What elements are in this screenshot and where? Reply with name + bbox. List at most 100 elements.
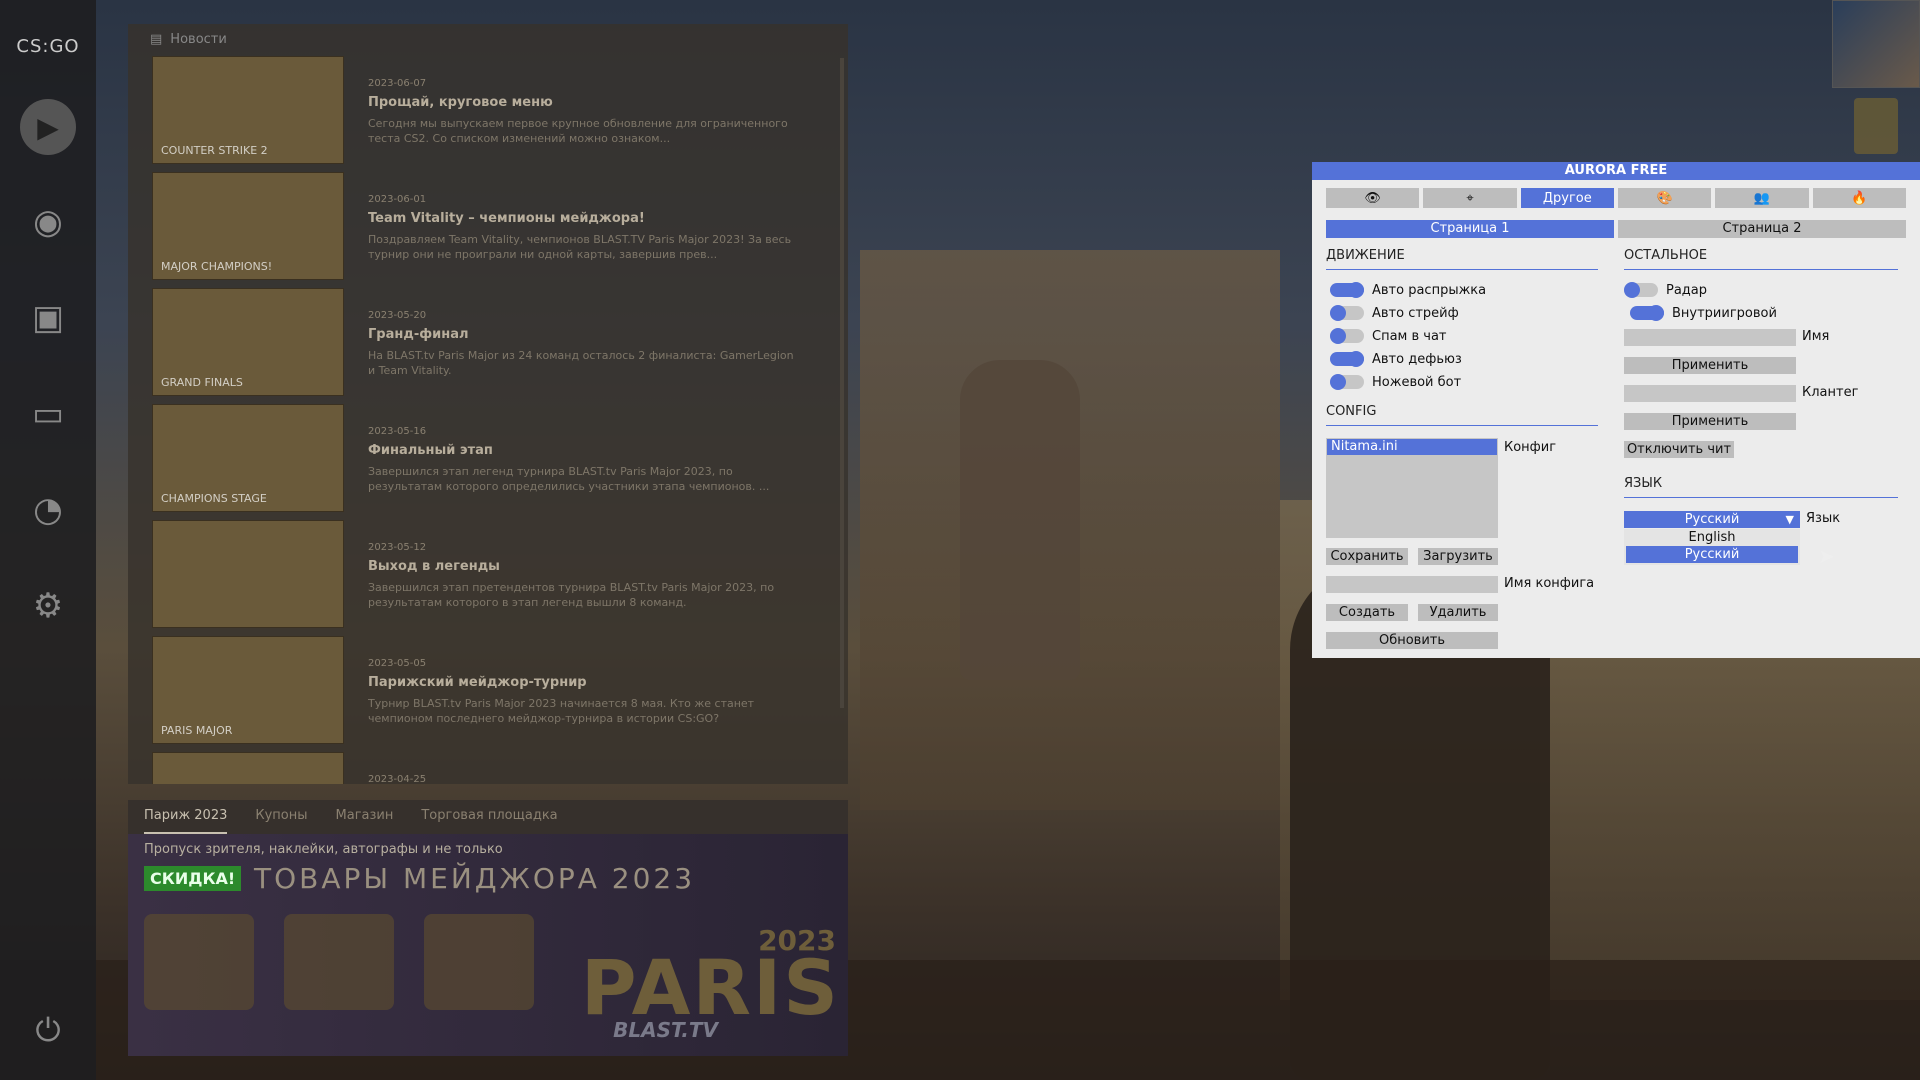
gear-icon[interactable]: ⚙ [19, 577, 77, 635]
news-description: На BLAST.tv Paris Major из 24 команд ост… [368, 349, 794, 377]
config-name-input[interactable] [1326, 576, 1498, 593]
news-date: 2023-05-16 [368, 426, 427, 437]
avatar[interactable] [1832, 0, 1920, 88]
toggle-switch[interactable] [1330, 328, 1364, 344]
toggle-row[interactable]: Авто распрыжка [1330, 280, 1486, 300]
news-list: COUNTER STRIKE 2 2023-06-07 Прощай, круг… [152, 56, 830, 784]
mouse-cursor-icon: ➤ [1818, 544, 1835, 568]
disable-cheat-button[interactable]: Отключить чит [1624, 441, 1734, 458]
store-items [144, 914, 534, 1010]
toggle-label: Внутриигровой [1672, 305, 1777, 321]
language-select[interactable]: Русский ▼ [1624, 511, 1800, 528]
play-icon[interactable]: ▶ [20, 99, 76, 155]
news-item[interactable]: PARIS MAJOR 2023-05-05 Парижский мейджор… [152, 636, 830, 752]
page-1-button[interactable]: Страница 1 [1326, 220, 1614, 238]
news-header: ▤ Новости [128, 24, 848, 54]
news-thumbnail: CHAMPIONS STAGE [152, 404, 344, 512]
tab-paris-2023[interactable]: Париж 2023 [144, 808, 228, 834]
power-icon[interactable]: ⏻ [35, 1011, 60, 1050]
news-icon: ▤ [150, 32, 163, 47]
store-banner[interactable]: Пропуск зрителя, наклейки, автографы и н… [128, 834, 848, 1056]
broadcast-icon[interactable]: ◉ [19, 193, 77, 251]
clantag-label: Клантег [1802, 385, 1859, 400]
news-item[interactable]: 2023-05-12 Выход в легенды Завершился эт… [152, 520, 830, 636]
load-button[interactable]: Загрузить [1418, 548, 1498, 565]
news-date: 2023-05-05 [368, 658, 427, 669]
news-description: Завершился этап претендентов турнира BLA… [368, 581, 775, 609]
news-date: 2023-05-12 [368, 542, 427, 553]
language-dropdown: English Русский [1624, 529, 1800, 565]
toggle-row[interactable]: Авто стрейф [1330, 303, 1459, 323]
language-option-english[interactable]: English [1624, 529, 1800, 546]
tab-store[interactable]: Магазин [336, 808, 394, 834]
news-item[interactable]: COUNTER STRIKE 2 2023-06-07 Прощай, круг… [152, 56, 830, 172]
eye-icon[interactable]: 👁 [1326, 188, 1420, 208]
news-scrollbar[interactable] [840, 58, 844, 708]
sticker-capsule-image [284, 914, 394, 1010]
toggle-switch[interactable] [1330, 282, 1364, 298]
language-header: ЯЗЫК [1624, 476, 1898, 498]
watch-icon[interactable]: ▭ [19, 385, 77, 443]
news-thumbnail: GRAND FINALS [152, 288, 344, 396]
news-title: Прощай, круговое меню [368, 95, 553, 110]
name-input[interactable] [1624, 329, 1796, 346]
aurora-menu: AURORA FREE 👁 ⌖ Другое 🎨 👥 🔥 Страница 1 … [1312, 162, 1920, 658]
crosshair-icon[interactable]: ⌖ [1423, 188, 1517, 208]
news-panel: ▤ Новости COUNTER STRIKE 2 2023-06-07 Пр… [128, 24, 848, 784]
toggle-switch[interactable] [1624, 282, 1658, 298]
news-item[interactable]: GRAND FINALS 2023-05-20 Гранд-финал На B… [152, 288, 830, 404]
page-2-button[interactable]: Страница 2 [1618, 220, 1906, 238]
toggle-switch[interactable] [1630, 305, 1664, 321]
toggle-row[interactable]: Внутриигровой [1630, 303, 1777, 323]
refresh-button[interactable]: Обновить [1326, 632, 1498, 649]
news-thumbnail: COUNTER STRIKE 2 [152, 56, 344, 164]
delete-button[interactable]: Удалить [1418, 604, 1498, 621]
users-icon[interactable]: 👥 [1715, 188, 1809, 208]
clantag-input[interactable] [1624, 385, 1796, 402]
aurora-title[interactable]: AURORA FREE [1312, 162, 1920, 180]
toggle-switch[interactable] [1330, 374, 1364, 390]
apply-clantag-button[interactable]: Применить [1624, 413, 1796, 430]
save-button[interactable]: Сохранить [1326, 548, 1408, 565]
news-description: Поздравляем Team Vitality, чемпионов BLA… [368, 233, 792, 261]
toggle-label: Радар [1666, 282, 1708, 298]
toggle-label: Авто дефьюз [1372, 351, 1462, 367]
tab-coupons[interactable]: Купоны [255, 808, 307, 834]
tab-other[interactable]: Другое [1520, 188, 1614, 208]
page-switcher: Страница 1 Страница 2 [1326, 220, 1906, 238]
language-option-russian[interactable]: Русский [1626, 546, 1798, 563]
news-title: Финальный этап [368, 443, 493, 458]
toggle-label: Авто стрейф [1372, 305, 1459, 321]
toggle-row[interactable]: Ножевой бот [1330, 372, 1461, 392]
sticker-capsule-image [424, 914, 534, 1010]
palette-icon[interactable]: 🎨 [1617, 188, 1712, 208]
news-date: 2023-05-20 [368, 310, 427, 321]
aurora-tabs: 👁 ⌖ Другое 🎨 👥 🔥 [1326, 188, 1906, 208]
news-item[interactable]: CHAMPIONS STAGE 2023-05-16 Финальный эта… [152, 404, 830, 520]
blast-logo: BLAST.TV [613, 1018, 718, 1042]
toggle-row[interactable]: Радар [1624, 280, 1707, 300]
news-item[interactable]: 2023-04-25 [152, 752, 830, 784]
chevron-down-icon: ▼ [1785, 513, 1794, 526]
stats-icon[interactable]: ◔ [19, 481, 77, 539]
news-item[interactable]: MAJOR CHAMPIONS! 2023-06-01 Team Vitalit… [152, 172, 830, 288]
create-button[interactable]: Создать [1326, 604, 1408, 621]
toggle-switch[interactable] [1330, 351, 1364, 367]
news-description: Турнир BLAST.tv Paris Major 2023 начинае… [368, 697, 755, 725]
toggle-row[interactable]: Спам в чат [1330, 326, 1447, 346]
rank-icon [1854, 98, 1898, 154]
news-date: 2023-04-25 [368, 774, 427, 784]
config-list[interactable]: Nitama.ini [1326, 438, 1498, 538]
config-header: CONFIG [1326, 404, 1598, 426]
tab-market[interactable]: Торговая площадка [421, 808, 557, 834]
toggle-switch[interactable] [1330, 305, 1364, 321]
news-title: Team Vitality – чемпионы мейджора! [368, 211, 645, 226]
other-header: ОСТАЛЬНОЕ [1624, 248, 1898, 270]
apply-name-button[interactable]: Применить [1624, 357, 1796, 374]
toggle-row[interactable]: Авто дефьюз [1330, 349, 1462, 369]
news-header-label: Новости [170, 32, 227, 47]
fire-icon[interactable]: 🔥 [1812, 188, 1906, 208]
inventory-icon[interactable]: ▣ [19, 289, 77, 347]
config-list-item[interactable]: Nitama.ini [1327, 439, 1497, 455]
viewer-pass-image [144, 914, 254, 1010]
